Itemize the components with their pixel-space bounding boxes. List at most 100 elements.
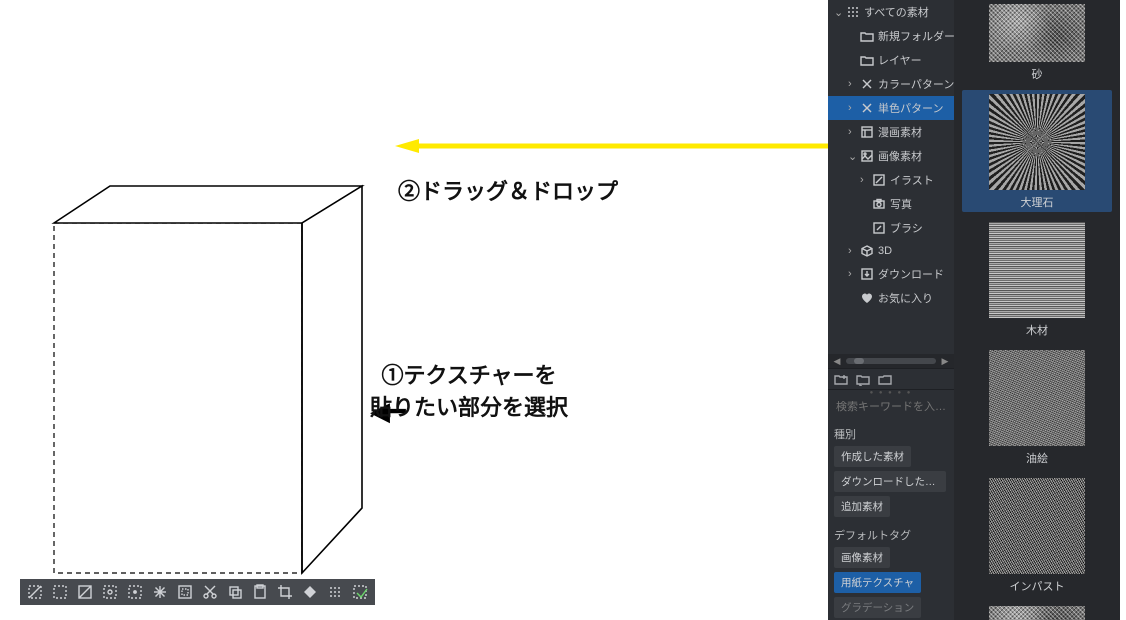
tool-select-none[interactable] <box>24 581 46 603</box>
filter-type-chip[interactable]: ダウンロードした素材 <box>834 471 946 492</box>
open-folder-icon[interactable] <box>878 372 892 386</box>
chevron-right-icon: › <box>848 245 856 257</box>
new-folder-icon[interactable] <box>834 372 848 386</box>
tree-folder-toolbar <box>828 368 954 390</box>
material-label: 砂 <box>1032 66 1043 82</box>
new-subfolder-icon[interactable] <box>856 372 870 386</box>
tree-item-label: レイヤー <box>878 52 922 68</box>
edit-icon <box>872 173 886 187</box>
material-thumbnail <box>989 606 1085 620</box>
filter-type-chip[interactable]: 追加素材 <box>834 496 890 517</box>
scroll-right-icon[interactable]: ▶ <box>940 356 950 366</box>
cross-icon <box>860 77 874 91</box>
cube-icon <box>860 244 874 258</box>
material-item[interactable] <box>962 602 1112 620</box>
material-item[interactable]: 木材 <box>962 218 1112 340</box>
tree-item-label: 写真 <box>890 196 912 212</box>
tool-select-shrink[interactable] <box>174 581 196 603</box>
scroll-left-icon[interactable]: ◀ <box>832 356 842 366</box>
tree-item[interactable]: › ダウンロード <box>828 262 954 286</box>
material-item[interactable]: 油絵 <box>962 346 1112 468</box>
material-label: 大理石 <box>1021 194 1054 210</box>
tree-item[interactable]: › 3D <box>828 240 954 262</box>
frame-icon <box>860 125 874 139</box>
material-thumbnail <box>989 350 1085 446</box>
filter-tag-chip[interactable]: 用紙テクスチャ <box>834 572 921 593</box>
cross-icon <box>860 101 874 115</box>
tree-item[interactable]: ブラシ <box>828 216 954 240</box>
tree-item[interactable]: 写真 <box>828 192 954 216</box>
filter-tag-chip[interactable]: 画像素材 <box>834 547 890 568</box>
folder-icon <box>860 53 874 67</box>
material-item[interactable]: インパスト <box>962 474 1112 596</box>
tree-item[interactable]: ›漫画素材 <box>828 120 954 144</box>
brush-icon <box>872 221 886 235</box>
tool-pattern[interactable] <box>324 581 346 603</box>
material-label: 木材 <box>1026 322 1048 338</box>
material-label: 油絵 <box>1026 450 1048 466</box>
material-item[interactable]: 大理石 <box>962 90 1112 212</box>
tree-item[interactable]: › イラスト <box>828 168 954 192</box>
filter-type-chip[interactable]: 作成した素材 <box>834 446 911 467</box>
tree-item-label: 3D <box>878 245 892 257</box>
annotation-select-area: ①テクスチャーを 貼りたい部分を選択 <box>370 358 568 422</box>
material-label: インパスト <box>1010 578 1065 594</box>
filter-tag-header: デフォルトタグ <box>834 527 948 543</box>
tool-select-point[interactable] <box>124 581 146 603</box>
material-thumbnail <box>989 4 1085 62</box>
tool-select-diag[interactable] <box>74 581 96 603</box>
tree-item-label: お気に入り <box>878 290 933 306</box>
tree-item-label: カラーパターン <box>878 76 954 92</box>
material-list-panel: 砂大理石木材油絵インパスト <box>954 0 1120 620</box>
tool-select-rect[interactable] <box>49 581 71 603</box>
material-item[interactable]: 砂 <box>962 0 1112 84</box>
heart-icon <box>860 291 874 305</box>
chevron-right-icon: › <box>848 268 856 280</box>
tree-item[interactable]: › カラーパターン <box>828 72 954 96</box>
tool-select-lasso[interactable] <box>99 581 121 603</box>
tree-root[interactable]: ⌄ すべての素材 <box>828 0 954 24</box>
search-row <box>828 396 954 418</box>
tree-item[interactable]: レイヤー <box>828 48 954 72</box>
tool-apply[interactable] <box>349 581 371 603</box>
selection-toolbar <box>20 579 375 605</box>
material-thumbnail <box>989 94 1085 190</box>
annotation-drag-drop: ②ドラッグ＆ドロップ <box>398 174 618 206</box>
tree-item-label: ダウンロード <box>878 266 944 282</box>
chevron-down-icon: ⌄ <box>848 150 856 163</box>
tool-select-burst[interactable] <box>149 581 171 603</box>
filter-tag-chip[interactable]: グラデーション <box>834 597 921 618</box>
filter-tag-section: デフォルトタグ 画像素材用紙テクスチャグラデーション <box>828 519 954 620</box>
chevron-down-icon: ⌄ <box>834 6 842 19</box>
tree-item[interactable]: 新規フォルダー <box>828 24 954 48</box>
chevron-right-icon: › <box>848 102 856 114</box>
tool-fill-diamond[interactable] <box>299 581 321 603</box>
chevron-right-icon: › <box>848 78 856 90</box>
material-thumbnail <box>989 478 1085 574</box>
tree-item-label: 画像素材 <box>878 148 922 164</box>
tree-item[interactable]: ⌄ 画像素材 <box>828 144 954 168</box>
tree-item[interactable]: › 単色パターン <box>828 96 954 120</box>
tree-horizontal-scrollbar[interactable]: ◀ ▶ <box>828 354 954 368</box>
tool-crop[interactable] <box>274 581 296 603</box>
folder-icon <box>860 29 874 43</box>
tree-item-label: イラスト <box>890 172 934 188</box>
material-tree-panel: ⌄ すべての素材 新規フォルダーレイヤー›カラーパターン›単色パターン›漫画素材… <box>828 0 954 620</box>
tool-copy[interactable] <box>224 581 246 603</box>
drawn-box <box>50 180 370 580</box>
material-thumbnail <box>989 222 1085 318</box>
annotation-select-area-line1: ①テクスチャーを <box>381 363 556 388</box>
scrollbar-track[interactable] <box>846 358 936 364</box>
chevron-right-icon: › <box>860 174 868 186</box>
tool-paste[interactable] <box>249 581 271 603</box>
filter-type-section: 種別 作成した素材ダウンロードした素材追加素材 <box>828 418 954 519</box>
tree-item-label: 漫画素材 <box>878 124 922 140</box>
tree-item[interactable]: お気に入り <box>828 286 954 310</box>
download-icon <box>860 267 874 281</box>
annotation-select-area-line2: 貼りたい部分を選択 <box>370 395 568 420</box>
tree-item-label: 単色パターン <box>878 100 943 116</box>
tool-cut[interactable] <box>199 581 221 603</box>
tree-root-label: すべての素材 <box>864 4 929 20</box>
canvas-area[interactable]: ◀━ ②ドラッグ＆ドロップ ①テクスチャーを 貼りたい部分を選択 <box>0 0 828 620</box>
scrollbar-thumb[interactable] <box>854 358 864 364</box>
